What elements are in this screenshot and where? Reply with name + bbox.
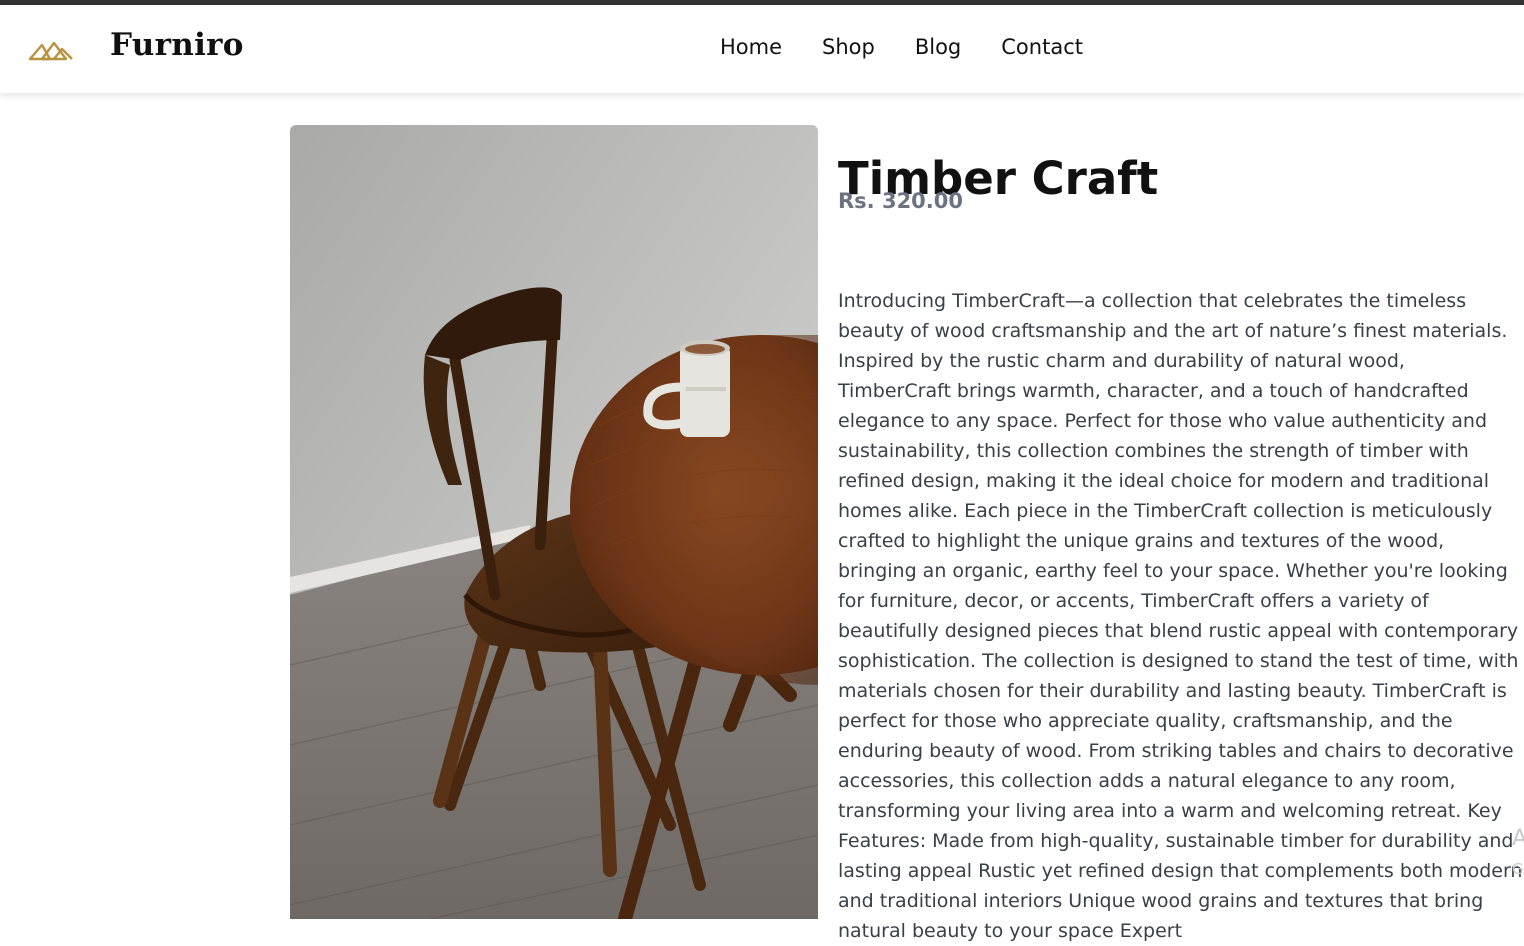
product-description: Introducing TimberCraft—a collection tha… bbox=[838, 290, 1523, 942]
mountain-logo-icon[interactable] bbox=[28, 37, 74, 61]
product-image bbox=[290, 125, 818, 919]
edge-letter-2: G bbox=[1512, 860, 1524, 878]
chair-table-illustration bbox=[290, 125, 818, 919]
brand-name[interactable]: Furniro bbox=[110, 27, 244, 63]
product-price: Rs. 320.00 bbox=[838, 189, 963, 213]
edge-overlay-text: A G bbox=[1512, 828, 1524, 877]
site-header: Furniro Home Shop Blog Contact bbox=[0, 5, 1524, 93]
nav-contact-link[interactable]: Contact bbox=[1001, 35, 1083, 59]
nav-blog-link[interactable]: Blog bbox=[915, 35, 961, 59]
edge-letter-1: A bbox=[1512, 826, 1524, 851]
nav-home-link[interactable]: Home bbox=[720, 35, 782, 59]
main-nav: Home Shop Blog Contact bbox=[720, 35, 1083, 59]
nav-shop-link[interactable]: Shop bbox=[822, 35, 875, 59]
